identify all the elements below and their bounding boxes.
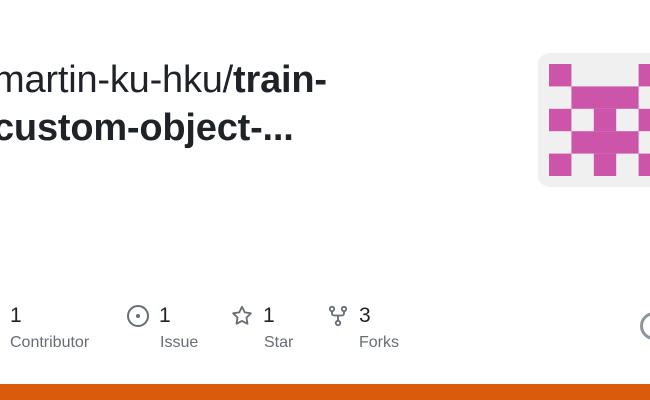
repo-title-line-2: custom-object-... — [0, 104, 453, 152]
repo-title[interactable]: martin-ku-hku/train- custom-object-... — [0, 56, 453, 152]
stat-contributors-label: Contributor — [10, 334, 90, 351]
identicon-avatar — [549, 64, 650, 176]
issue-opened-icon — [126, 304, 150, 328]
repo-name-part1: train- — [233, 59, 327, 101]
stat-forks[interactable]: 3 Forks — [326, 300, 399, 360]
repo-owner: martin-ku-hku/ — [0, 59, 234, 101]
repo-name-ellipsis: -... — [250, 107, 294, 149]
stat-forks-value: 3 — [359, 304, 371, 327]
stat-issues-value: 1 — [159, 304, 171, 327]
repo-stats: 1 Contributor 1 Issue 1 Star 3 Forks — [0, 300, 650, 360]
repo-forked-icon — [326, 304, 350, 328]
language-bar-segment — [0, 384, 650, 400]
language-bar — [0, 384, 650, 400]
avatar[interactable] — [538, 53, 650, 187]
star-icon — [230, 304, 254, 328]
repo-name-part2: custom-object — [0, 107, 251, 149]
stat-issues[interactable]: 1 Issue — [126, 300, 198, 360]
stat-stars[interactable]: 1 Star — [230, 300, 293, 360]
stat-stars-value: 1 — [263, 304, 275, 327]
stat-issues-label: Issue — [160, 334, 199, 351]
repo-title-line-1: martin-ku-hku/train- — [0, 56, 453, 104]
stat-contributors-value: 1 — [10, 304, 22, 327]
stat-stars-label: Star — [264, 334, 294, 351]
stat-contributors[interactable]: 1 Contributor — [10, 300, 89, 360]
stat-forks-label: Forks — [359, 334, 399, 351]
repo-social-card: martin-ku-hku/train- custom-object-... 1… — [0, 0, 650, 400]
language-bar-svg — [0, 384, 650, 400]
